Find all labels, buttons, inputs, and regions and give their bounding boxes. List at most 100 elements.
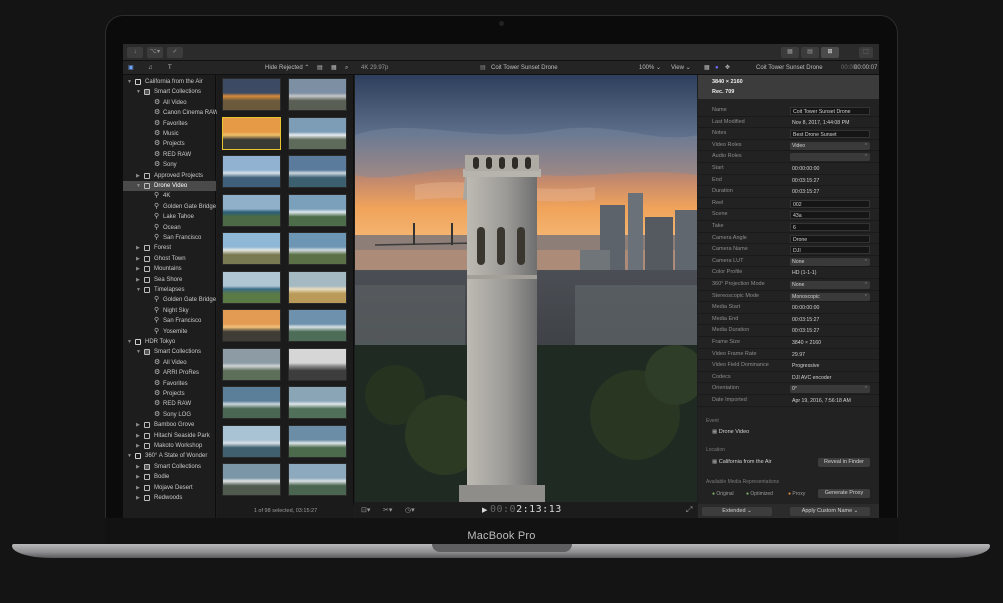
play-icon[interactable]: ▶ <box>482 506 487 514</box>
field-value[interactable]: 6 <box>790 223 870 231</box>
clip-thumbnail[interactable] <box>222 116 281 150</box>
field-value[interactable]: Best Drone Sunset <box>790 130 870 139</box>
sidebar-item[interactable]: ⚲ San Francisco <box>123 233 216 243</box>
background-tasks-button[interactable]: ✓ <box>167 47 183 58</box>
import-button[interactable]: ↓ <box>127 47 143 58</box>
sidebar-item[interactable]: ⚙ All Video <box>123 358 216 368</box>
sidebar-item[interactable]: ▶ Hitachi Seaside Park <box>123 431 216 441</box>
sidebar-item[interactable]: ▶ Mojave Desert <box>123 483 216 493</box>
inspector-toggle-button[interactable]: ⊞ <box>821 47 839 58</box>
sidebar-item[interactable]: ▼ Drone Video <box>123 181 216 191</box>
generate-proxy-button[interactable]: Generate Proxy <box>818 489 870 498</box>
color-inspector-icon[interactable]: ● <box>715 64 719 72</box>
fullscreen-icon[interactable]: ⤢ <box>686 505 692 515</box>
field-value[interactable]: Coit Tower Sunset Drone <box>790 107 870 115</box>
apply-custom-name-menu[interactable]: Apply Custom Name ⌄ <box>790 507 870 516</box>
clip-thumbnail[interactable] <box>222 347 281 381</box>
clip-thumbnail[interactable] <box>222 463 281 496</box>
transform-icon[interactable]: ⊡▾ <box>361 506 370 514</box>
clip-thumbnail[interactable] <box>222 155 281 188</box>
sidebar-item[interactable]: ⚙ Favorites <box>123 119 216 129</box>
sidebar-item[interactable]: ⚙ Sony <box>123 160 216 170</box>
clip-thumbnail[interactable] <box>288 424 347 458</box>
sidebar-item[interactable]: ▶ Makoto Workshop <box>123 441 216 451</box>
field-value[interactable]: DJI <box>790 246 870 255</box>
retime-icon[interactable]: ✂▾ <box>383 506 392 514</box>
zoom-menu[interactable]: 100% ⌄ <box>639 64 661 72</box>
clip-thumbnail[interactable] <box>288 347 347 381</box>
clip-thumbnail[interactable] <box>288 78 347 111</box>
clip-thumbnail[interactable] <box>288 463 347 496</box>
clip-thumbnail[interactable] <box>288 309 347 342</box>
disclosure-closed-icon[interactable]: ▶ <box>136 171 140 181</box>
field-value[interactable]: Drone <box>790 234 870 243</box>
sidebar-item[interactable]: ⚲ Night Sky <box>123 306 216 316</box>
view-menu[interactable]: View ⌄ <box>671 64 691 72</box>
search-icon[interactable]: ⌕ <box>345 64 348 72</box>
sidebar-item[interactable]: ▶ Ghost Town <box>123 254 216 264</box>
sidebar-item[interactable]: ⚙ RED RAW <box>123 399 216 409</box>
disclosure-closed-icon[interactable]: ▶ <box>136 243 140 253</box>
sidebar-item[interactable]: ▶ Bodie <box>123 472 216 482</box>
clip-thumbnail[interactable] <box>288 270 347 304</box>
field-value[interactable]: Monoscopic <box>790 292 870 301</box>
sidebar-item[interactable]: ▶ Redwoods <box>123 493 216 503</box>
sidebar-item[interactable]: ⚲ Yosemite <box>123 327 216 337</box>
share-inspector-icon[interactable]: ✥ <box>725 64 730 72</box>
sidebar-item[interactable]: ⚲ Golden Gate Bridge <box>123 202 216 212</box>
disclosure-open-icon[interactable]: ▼ <box>136 181 141 191</box>
share-button[interactable]: ⬚ <box>859 47 873 58</box>
sidebar-item[interactable]: ⚙ All Video <box>123 98 216 108</box>
sidebar-item[interactable]: ▶ Smart Collections <box>123 462 216 472</box>
sidebar-item[interactable]: ▼ Smart Collections <box>123 87 216 97</box>
filmstrip-icon[interactable]: ▤ <box>317 64 323 72</box>
clip-thumbnail[interactable] <box>288 155 347 188</box>
field-value[interactable]: 002 <box>790 199 870 208</box>
disclosure-closed-icon[interactable]: ▶ <box>136 275 140 285</box>
clip-thumbnail[interactable] <box>288 232 347 265</box>
timeline-toggle-button[interactable]: ▤ <box>801 47 819 58</box>
sidebar-item[interactable]: ⚙ Music <box>123 129 216 139</box>
sidebar-item[interactable]: ⚲ San Francisco <box>123 316 216 326</box>
field-value[interactable]: None <box>790 281 870 289</box>
clip-thumbnail[interactable] <box>222 78 281 111</box>
sidebar-item[interactable]: ▶ Sea Shore <box>123 275 216 285</box>
clip-thumbnail[interactable] <box>222 309 281 342</box>
sidebar-item[interactable]: ▼ HDR Tokyo <box>123 337 216 347</box>
sidebar-item[interactable]: ⚙ Sony LOG <box>123 410 216 420</box>
sidebar-item[interactable]: ▼ 360° A State of Wonder <box>123 451 216 461</box>
disclosure-open-icon[interactable]: ▼ <box>127 337 132 347</box>
clip-thumbnail[interactable] <box>222 424 281 458</box>
clip-appearance-icon[interactable]: ▦ <box>331 64 337 72</box>
clip-thumbnail[interactable] <box>222 386 281 419</box>
sidebar-item[interactable]: ▼ Smart Collections <box>123 347 216 357</box>
disclosure-open-icon[interactable]: ▼ <box>136 87 141 97</box>
disclosure-closed-icon[interactable]: ▶ <box>136 441 140 451</box>
info-inspector-icon[interactable]: ▦ <box>704 64 710 72</box>
speed-icon[interactable]: ◷▾ <box>405 506 415 514</box>
sidebar-item[interactable]: ⚲ 4K <box>123 191 216 201</box>
extended-menu[interactable]: Extended ⌄ <box>702 507 772 516</box>
sidebar-item[interactable]: ⚲ Ocean <box>123 223 216 233</box>
sidebar-item[interactable]: ⚙ Canon Cinema RAW <box>123 108 218 118</box>
hide-rejected-menu[interactable]: Hide Rejected ⌃ <box>265 64 309 72</box>
sidebar-item[interactable]: ▶ Approved Projects <box>123 171 216 181</box>
disclosure-closed-icon[interactable]: ▶ <box>136 420 140 430</box>
field-value[interactable]: Video <box>790 141 870 150</box>
disclosure-closed-icon[interactable]: ▶ <box>136 462 140 472</box>
sidebar-item[interactable]: ▶ Mountains <box>123 264 216 274</box>
disclosure-closed-icon[interactable]: ▶ <box>136 472 140 482</box>
sidebar-item[interactable]: ⚙ Projects <box>123 139 216 149</box>
photos-icon[interactable]: ♫ <box>148 64 153 72</box>
field-value[interactable]: 0° <box>790 385 870 394</box>
clip-thumbnail[interactable] <box>288 193 347 227</box>
sidebar-item[interactable]: ▶ Bamboo Grove <box>123 420 216 430</box>
disclosure-closed-icon[interactable]: ▶ <box>136 254 140 264</box>
clip-thumbnail[interactable] <box>288 386 347 419</box>
disclosure-closed-icon[interactable]: ▶ <box>136 493 140 503</box>
clip-thumbnail[interactable] <box>222 232 281 265</box>
disclosure-open-icon[interactable]: ▼ <box>127 77 132 87</box>
field-value[interactable]: 43a <box>790 211 870 220</box>
sidebar-item[interactable]: ▼ California from the Air <box>123 77 216 87</box>
clip-thumbnail[interactable] <box>288 116 347 150</box>
